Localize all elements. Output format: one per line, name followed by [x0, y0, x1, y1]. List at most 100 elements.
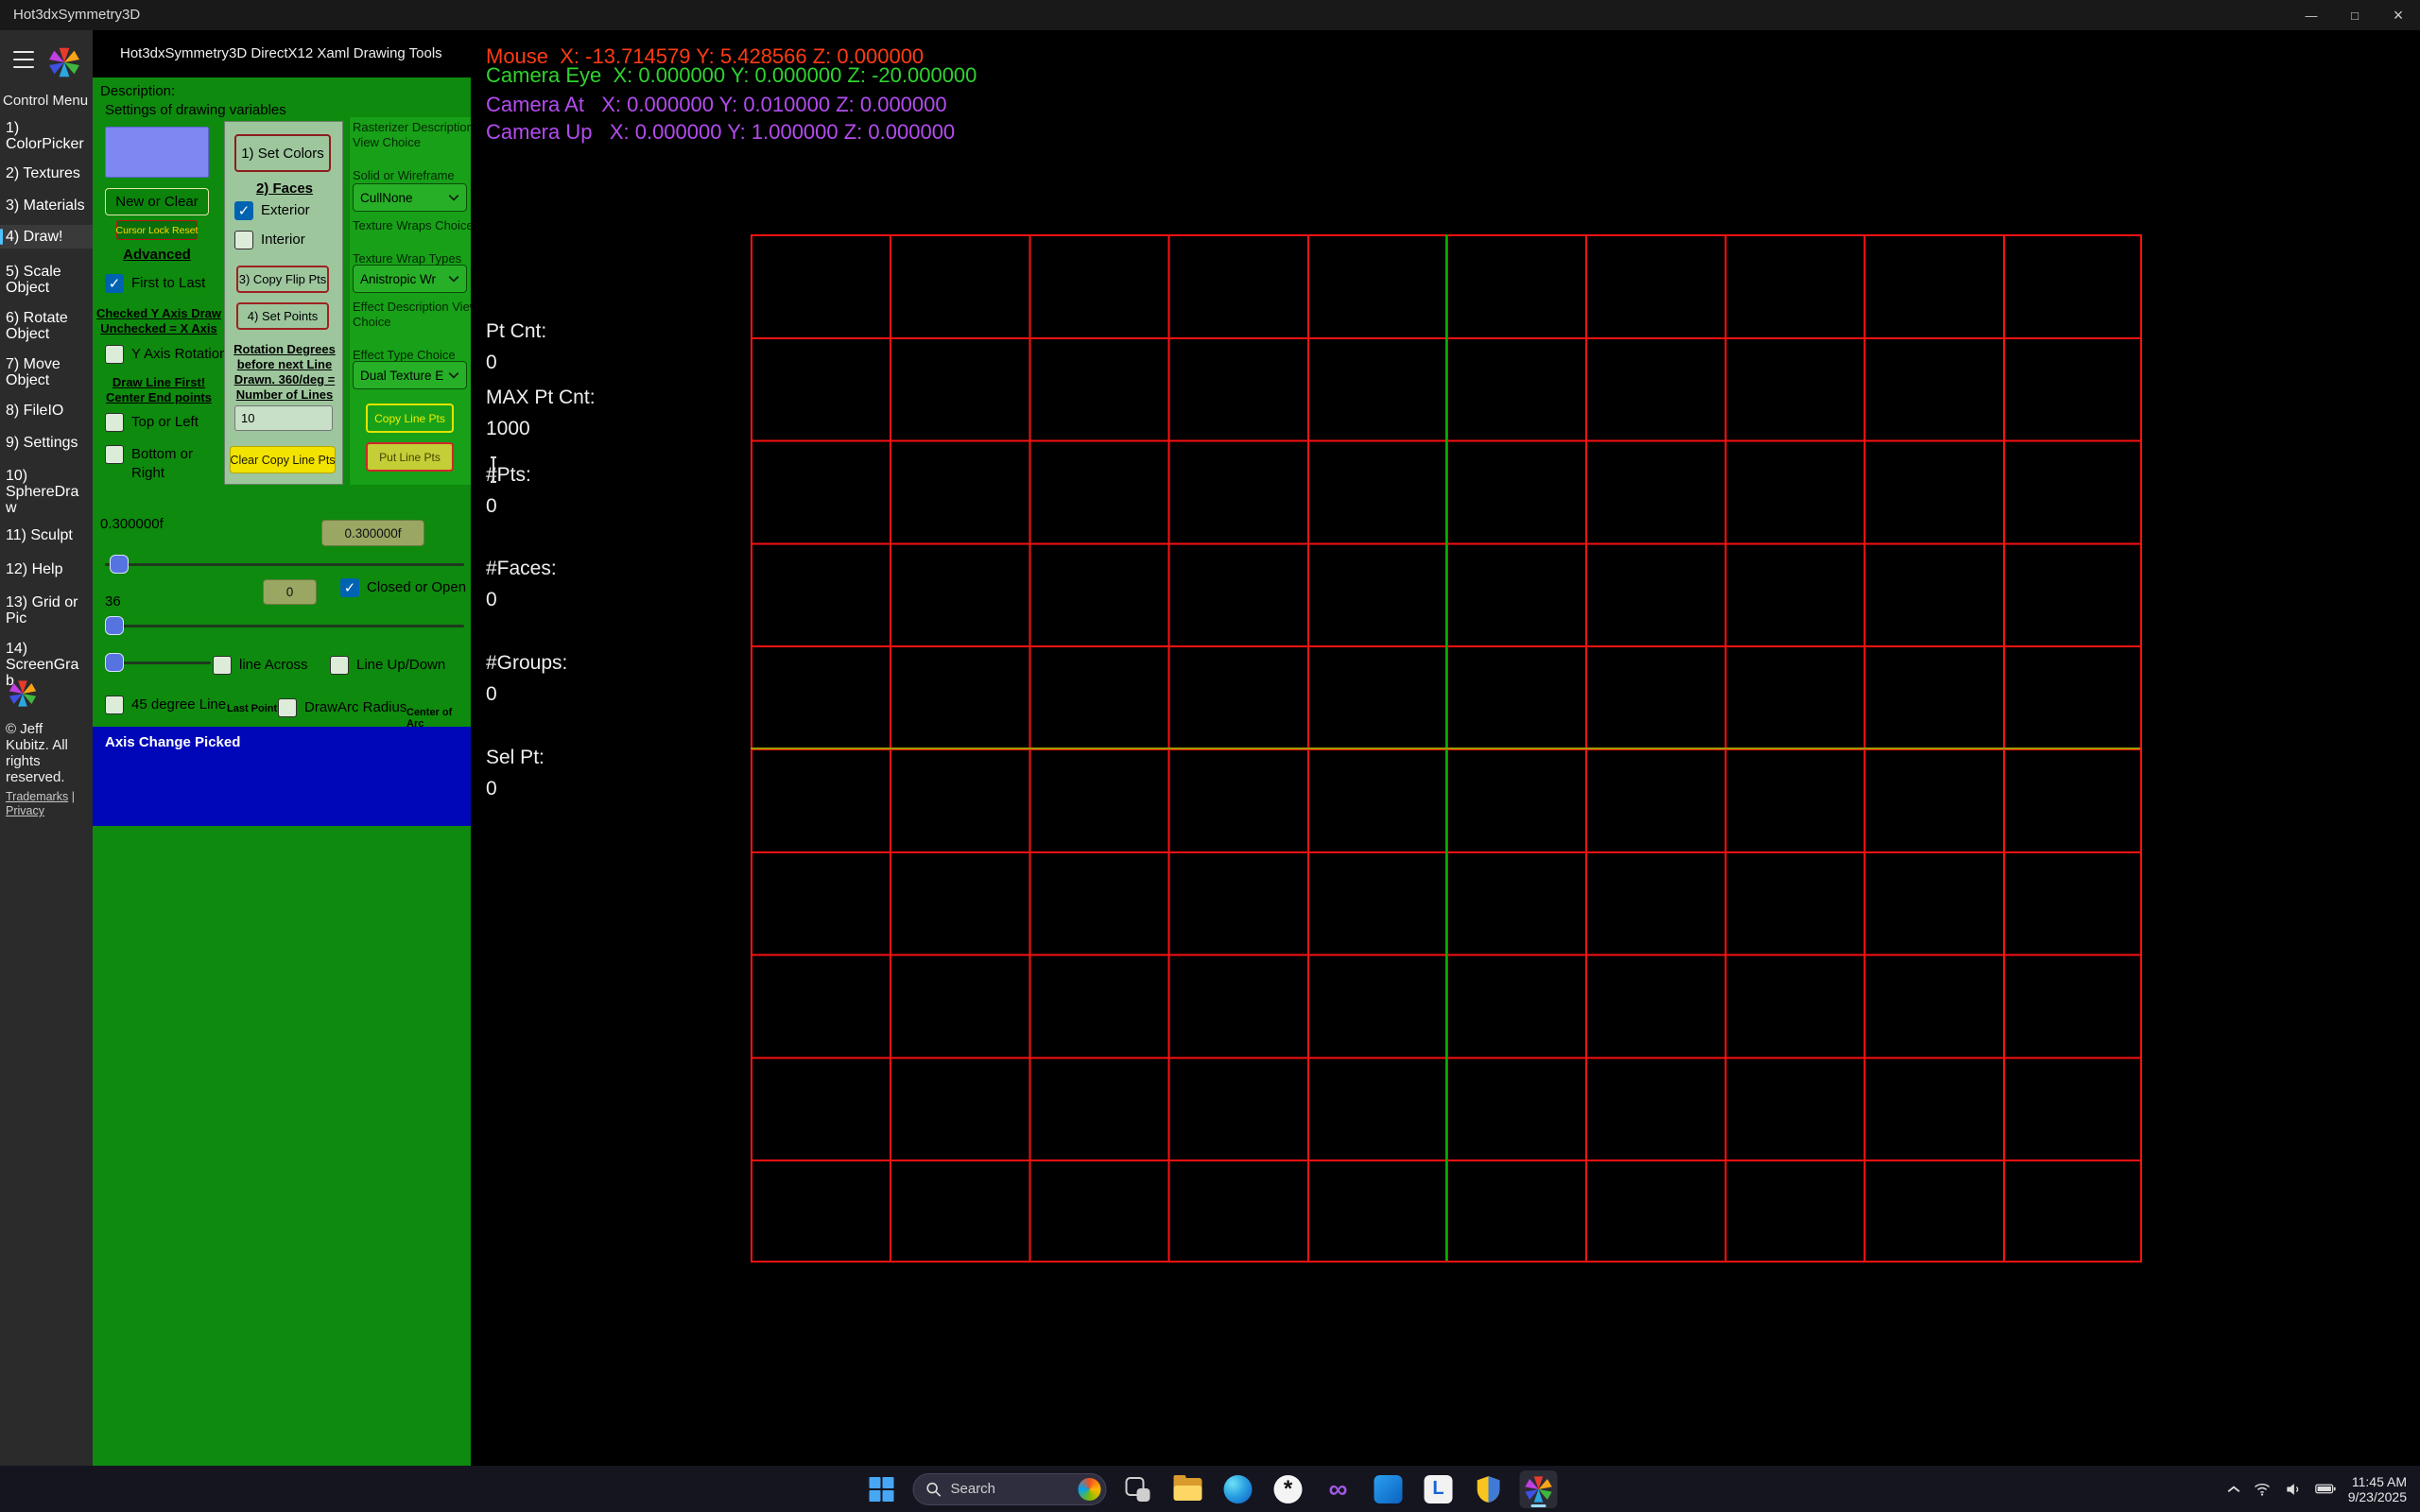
bottom-or-right-checkbox[interactable]: Bottom or Right [105, 445, 211, 483]
description-label: Description: [100, 83, 175, 99]
set-colors-button[interactable]: 1) Set Colors [234, 134, 331, 172]
start-button[interactable] [863, 1470, 901, 1508]
file-explorer-icon [1174, 1478, 1202, 1501]
chat-app-button[interactable]: * [1270, 1470, 1307, 1508]
viewport-canvas[interactable]: Mouse X: -13.714579 Y: 5.428566 Z: 0.000… [471, 30, 2420, 1466]
edge-button[interactable] [1219, 1470, 1257, 1508]
sidebar-item-colorpicker[interactable]: 1) ColorPicker [0, 116, 93, 156]
checkbox-unchecked-icon [105, 445, 124, 464]
rotation-degrees-link[interactable]: Rotation Degrees [225, 342, 344, 356]
exterior-checkbox[interactable]: ✓ Exterior [234, 201, 310, 220]
45-degree-line-checkbox[interactable]: 45 degree Line [105, 696, 226, 714]
top-or-left-checkbox[interactable]: Top or Left [105, 413, 199, 432]
effect-description-label: Effect Description View [353, 300, 478, 314]
new-or-clear-button[interactable]: New or Clear [105, 188, 209, 215]
line-up-down-checkbox[interactable]: Line Up/Down [330, 656, 445, 675]
cursor-lock-reset-button[interactable]: Cursor Lock Reset [116, 220, 198, 240]
drawing-grid[interactable] [751, 234, 2142, 1263]
slider-thumb[interactable] [105, 653, 124, 672]
copy-line-pts-button[interactable]: Copy Line Pts [366, 404, 454, 433]
trademarks-link[interactable]: Trademarks [6, 790, 68, 803]
tray-expand-chevron-icon[interactable] [2227, 1485, 2240, 1494]
cull-mode-dropdown[interactable]: CullNone [353, 183, 467, 212]
sidebar-item-scale-object[interactable]: 5) Scale Object [0, 260, 93, 300]
checkbox-unchecked-icon [105, 696, 124, 714]
sidebar-item-textures[interactable]: 2) Textures [0, 162, 93, 185]
date-label: 9/23/2025 [2348, 1489, 2407, 1504]
panel-header: Hot3dxSymmetry3D DirectX12 Xaml Drawing … [93, 30, 471, 77]
visual-studio-button[interactable]: ∞ [1320, 1470, 1357, 1508]
file-explorer-button[interactable] [1169, 1470, 1207, 1508]
center-end-points-link[interactable]: Center End points [96, 390, 221, 404]
sidebar-item-settings[interactable]: 9) Settings [0, 431, 93, 455]
taskbar-search[interactable]: Search [913, 1473, 1107, 1505]
app-window: Hot3dxSymmetry3D — □ × Control Menu 1) C… [0, 0, 2420, 1512]
interior-checkbox[interactable]: Interior [234, 231, 305, 249]
sidebar-item-move-object[interactable]: 7) Move Object [0, 352, 93, 392]
y-axis-rotation-checkbox[interactable]: Y Axis Rotation [105, 345, 227, 364]
value2-slider[interactable] [105, 615, 464, 638]
panel-title: Hot3dxSymmetry3D DirectX12 Xaml Drawing … [120, 30, 442, 77]
color-swatch[interactable] [105, 127, 209, 178]
texture-wraps-label: Texture Wraps Choices [353, 218, 479, 232]
chevron-down-icon [448, 371, 459, 379]
faces-link[interactable]: 2) Faces [225, 180, 344, 197]
value1-slider[interactable] [105, 554, 464, 576]
sidebar-item-materials[interactable]: 3) Materials [0, 194, 93, 217]
volume-icon[interactable] [2284, 1480, 2303, 1499]
rotation-degrees-link[interactable]: before next Line [225, 357, 344, 371]
privacy-link[interactable]: Privacy [6, 804, 44, 817]
sidebar-item-fileio[interactable]: 8) FileIO [0, 399, 93, 422]
grid-horizontal-axis [751, 747, 2140, 749]
minimize-button[interactable]: — [2290, 0, 2333, 30]
advanced-link[interactable]: Advanced [105, 247, 209, 263]
checkbox-checked-icon: ✓ [340, 578, 359, 597]
sidebar-item-rotate-object[interactable]: 6) Rotate Object [0, 306, 93, 346]
blue-app-icon [1374, 1475, 1403, 1503]
sidebar-item-grid-or-pic[interactable]: 13) Grid or Pic [0, 591, 93, 630]
close-button[interactable]: × [2377, 0, 2420, 30]
line-direction-slider[interactable] [105, 652, 211, 675]
draw-arc-radius-checkbox[interactable]: DrawArc Radius [278, 698, 406, 717]
hot3dx-app-button[interactable] [1520, 1470, 1558, 1508]
copilot-icon[interactable] [1079, 1478, 1101, 1501]
draw-line-first-link[interactable]: Draw Line First! [96, 375, 221, 389]
wifi-icon[interactable] [2253, 1480, 2272, 1499]
letter-l-app-button[interactable]: L [1420, 1470, 1458, 1508]
copy-flip-pts-button[interactable]: 3) Copy Flip Pts [236, 266, 329, 293]
clear-copy-line-pts-button[interactable]: Clear Copy Line Pts [230, 446, 336, 473]
first-to-last-checkbox[interactable]: ✓ First to Last [105, 274, 205, 293]
value1-box[interactable]: 0.300000f [321, 520, 424, 546]
x-axis-draw-link[interactable]: Unchecked = X Axis [96, 321, 221, 335]
menu-icon[interactable] [13, 51, 34, 68]
windows-security-button[interactable] [1470, 1470, 1508, 1508]
effect-type-dropdown[interactable]: Dual Texture E [353, 361, 467, 389]
set-points-button[interactable]: 4) Set Points [236, 302, 329, 330]
titlebar: Hot3dxSymmetry3D — □ × [0, 0, 2420, 30]
line-across-checkbox[interactable]: line Across [213, 656, 308, 675]
y-axis-draw-link[interactable]: Checked Y Axis Draw [96, 306, 221, 320]
sidebar-item-spheredraw[interactable]: 10) SphereDraw [0, 464, 93, 520]
lines-count-input[interactable] [234, 405, 333, 431]
closed-or-open-checkbox[interactable]: ✓ Closed or Open [340, 578, 466, 597]
rotation-degrees-link[interactable]: Number of Lines [225, 387, 344, 402]
taskbar-center-icons: Search * ∞ L [863, 1470, 1558, 1508]
description-subtitle: Settings of drawing variables [105, 102, 286, 118]
put-line-pts-button[interactable]: Put Line Pts [366, 442, 454, 472]
slider-thumb[interactable] [110, 555, 129, 574]
maximize-button[interactable]: □ [2333, 0, 2377, 30]
sidebar-item-help[interactable]: 12) Help [0, 558, 93, 581]
solid-or-wireframe-label: Solid or Wireframe [353, 168, 455, 182]
slider-track [105, 625, 464, 627]
clock[interactable]: 11:45 AM 9/23/2025 [2348, 1474, 2407, 1504]
copyright-text: © Jeff Kubitz. All rights reserved. [6, 721, 89, 785]
rotation-degrees-link[interactable]: Drawn. 360/deg = [225, 372, 344, 387]
blue-app-button[interactable] [1370, 1470, 1408, 1508]
task-view-button[interactable] [1119, 1470, 1157, 1508]
sidebar-item-draw[interactable]: 4) Draw! [0, 225, 93, 249]
value2-box[interactable]: 0 [263, 579, 317, 605]
battery-icon[interactable] [2315, 1483, 2336, 1495]
slider-thumb[interactable] [105, 616, 124, 635]
texture-wrap-dropdown[interactable]: Anistropic Wr [353, 265, 467, 293]
sidebar-item-sculpt[interactable]: 11) Sculpt [0, 524, 93, 547]
